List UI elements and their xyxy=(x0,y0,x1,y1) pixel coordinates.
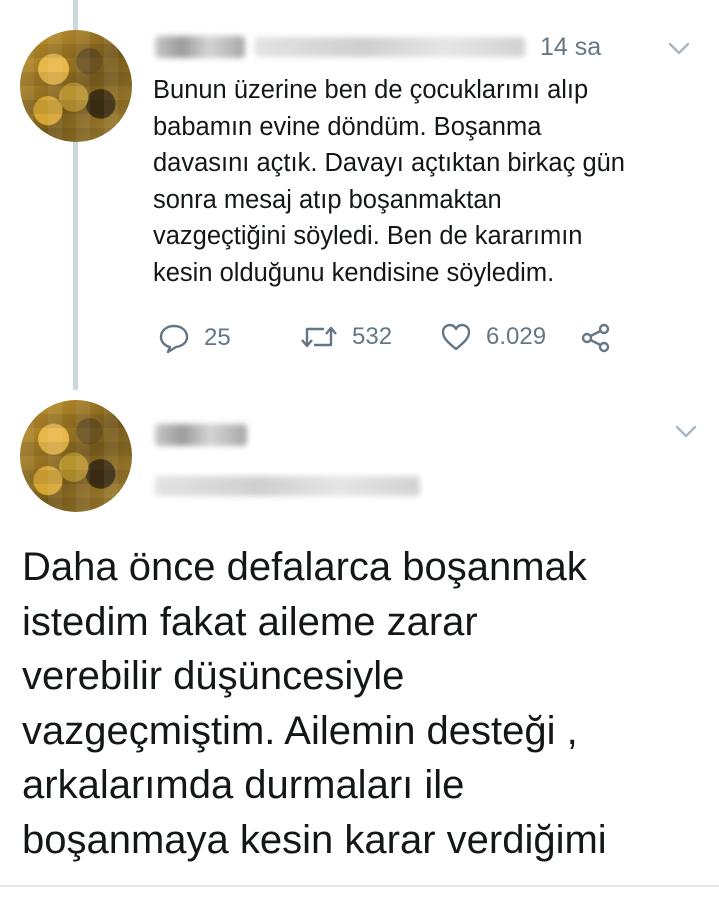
reply-icon xyxy=(159,324,189,354)
avatar[interactable] xyxy=(20,400,132,512)
tweet-text-line: boşanmaya kesin karar verdiğimi xyxy=(22,817,607,862)
like-button[interactable]: 6.029 xyxy=(440,322,546,352)
tweet-text-line: istedim fakat aileme zarar xyxy=(22,599,478,644)
retweet-button[interactable]: 532 xyxy=(300,322,392,352)
tweet-text-line: sonra mesaj atıp boşanmaktan xyxy=(153,185,502,214)
reply-button[interactable]: 25 xyxy=(158,322,231,354)
divider xyxy=(0,885,719,887)
blurred-handle xyxy=(255,37,525,57)
tweet-text-line: vazgeçtiğini söyledi. Ben de kararımın xyxy=(153,222,583,250)
blurred-display-name xyxy=(155,36,245,58)
tweet-text-line: verebilir düşüncesiyle xyxy=(22,654,405,698)
tweet-text-line: vazgeçmiştim. Ailemin desteği , xyxy=(22,708,578,753)
chevron-down-icon[interactable] xyxy=(675,425,697,439)
tweet-text-line: babamın evine döndüm. Boşanma xyxy=(153,112,542,141)
tweet-text-line: davasını açtık. Davayı açtıktan birkaç g… xyxy=(153,149,625,177)
heart-icon xyxy=(441,323,471,351)
avatar[interactable] xyxy=(20,30,132,142)
tweet-text: Bunun üzerine ben de çocuklarımı alıp ba… xyxy=(153,72,713,291)
tweet-text-line: Bunun üzerine ben de çocuklarımı alıp xyxy=(153,76,589,104)
tweet-timestamp[interactable]: 14 sa xyxy=(540,33,601,62)
retweet-count: 532 xyxy=(352,323,393,350)
tweet-text: Daha önce defalarca boşanmak istedim fak… xyxy=(22,540,712,867)
tweet-text-line: kesin olduğunu kendisine söyledim. xyxy=(153,258,555,287)
tweet-text-line: arkalarımda durmaları ile xyxy=(22,763,465,807)
retweet-icon xyxy=(301,326,337,348)
blurred-display-name xyxy=(155,424,247,446)
share-button[interactable] xyxy=(580,322,612,354)
reply-count: 25 xyxy=(204,324,231,351)
share-icon xyxy=(581,323,610,353)
blurred-handle xyxy=(155,476,420,496)
tweet-text-line: Daha önce defalarca boşanmak xyxy=(22,545,587,589)
like-count: 6.029 xyxy=(486,323,547,350)
chevron-down-icon[interactable] xyxy=(668,42,690,56)
